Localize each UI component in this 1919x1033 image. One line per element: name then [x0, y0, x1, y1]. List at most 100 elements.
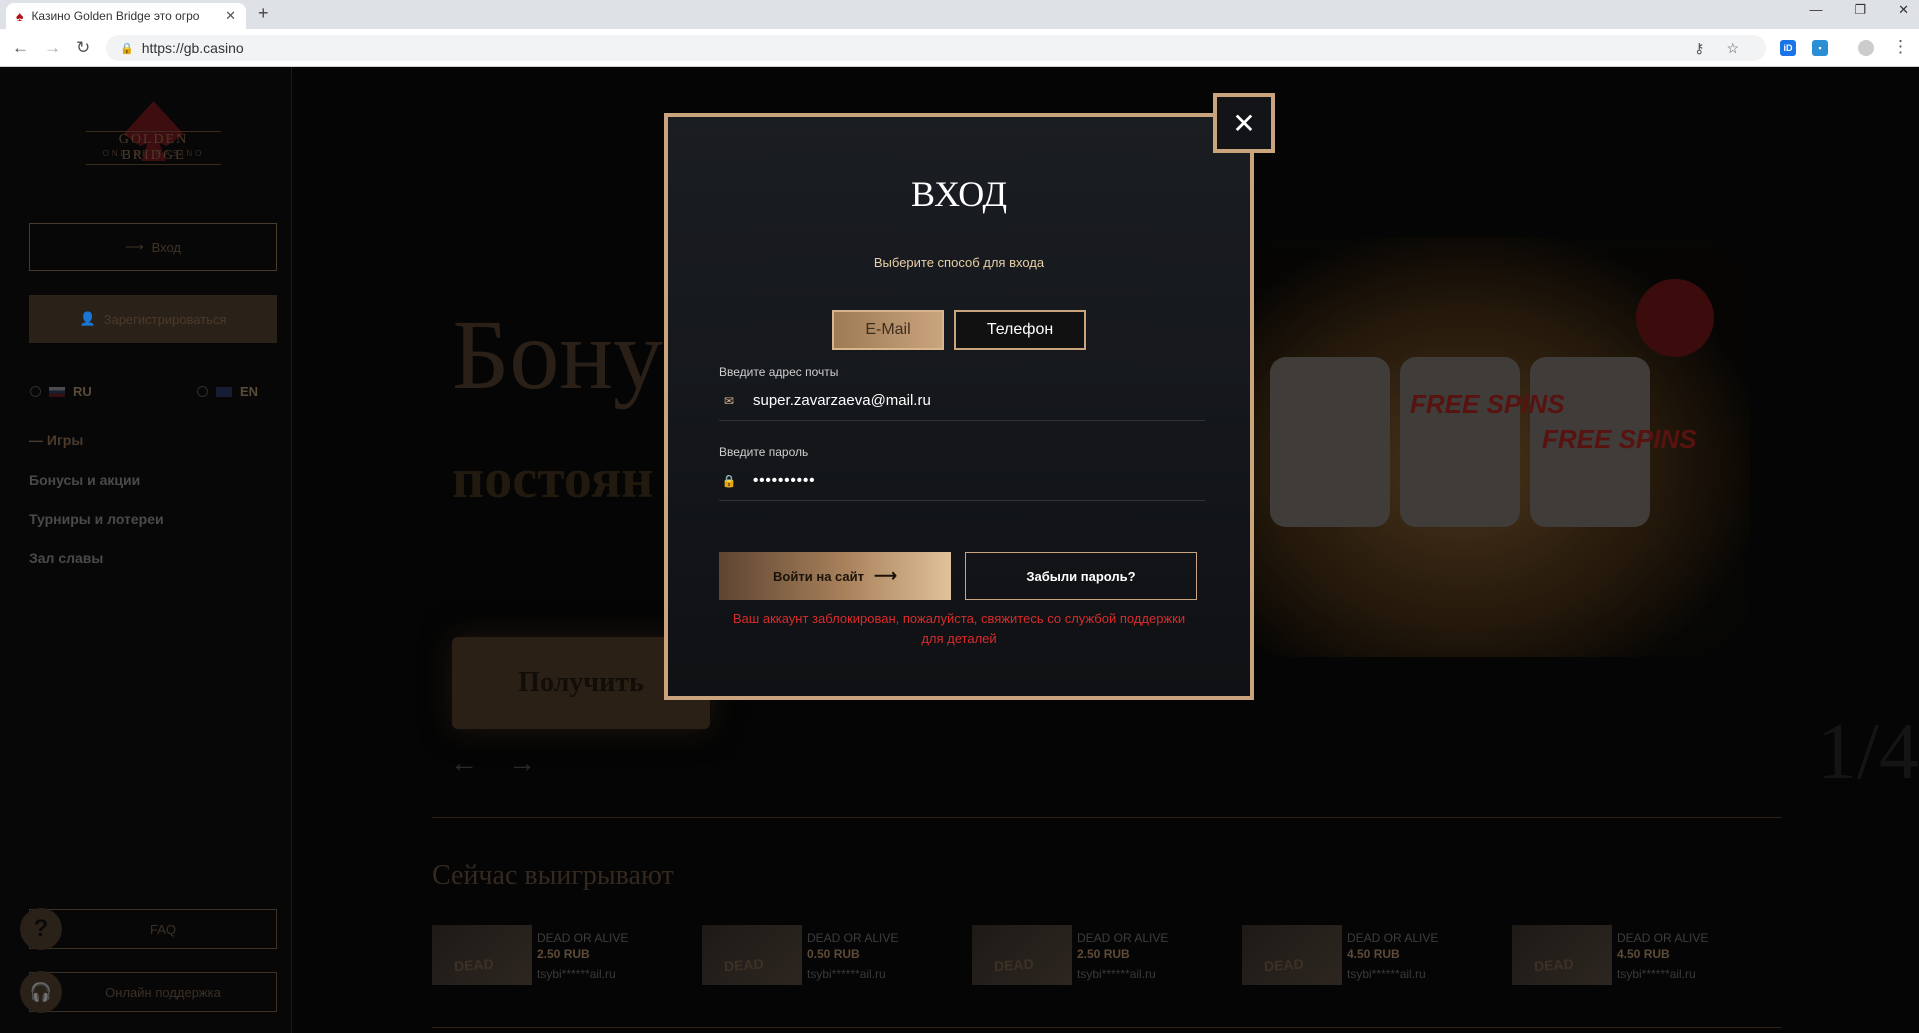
extension-id-icon[interactable]: iD — [1780, 40, 1796, 56]
password-value: •••••••••• — [753, 472, 816, 489]
faq-label: FAQ — [29, 909, 277, 949]
key-icon[interactable]: ⚷ — [1694, 40, 1704, 57]
winner-amount: 2.50 RUB — [537, 947, 590, 961]
winner-game: DEAD OR ALIVE — [1077, 931, 1169, 945]
password-field[interactable]: 🔒 •••••••••• — [719, 461, 1205, 501]
restore-icon[interactable]: ❐ — [1854, 2, 1866, 18]
winner-user: tsybi******ail.ru — [1077, 967, 1156, 981]
star-icon[interactable]: ☆ — [1726, 40, 1739, 57]
close-icon: ✕ — [1232, 107, 1256, 139]
question-icon: ? — [20, 908, 62, 950]
winner-card[interactable]: DEAD DEAD OR ALIVE 0.50 RUB tsybi******a… — [702, 925, 942, 987]
forgot-password-button[interactable]: Забыли пароль? — [965, 552, 1197, 600]
browser-tab[interactable]: ♠ Казино Golden Bridge это огро ✕ — [6, 3, 246, 29]
lang-en-label: EN — [240, 384, 259, 399]
headset-icon: 🎧 — [20, 971, 62, 1013]
sidebar-item-bonuses[interactable]: Бонусы и акции — [29, 472, 140, 488]
faq-button[interactable]: FAQ ? — [20, 908, 277, 950]
winner-user: tsybi******ail.ru — [1347, 967, 1426, 981]
new-tab-button[interactable]: + — [258, 3, 269, 24]
submit-login-button[interactable]: Войти на сайт ⟶ — [719, 552, 951, 600]
slider-prev-icon[interactable]: ← — [450, 747, 508, 778]
back-arrow-icon[interactable]: ← — [12, 38, 29, 58]
game-thumbnail: DEAD — [702, 925, 802, 985]
winner-card[interactable]: DEAD DEAD OR ALIVE 2.50 RUB tsybi******a… — [972, 925, 1212, 987]
winner-amount: 2.50 RUB — [1077, 947, 1130, 961]
logo-subtitle: ONLINE CASINO — [102, 149, 205, 158]
lang-ru-option[interactable]: RU — [30, 384, 92, 399]
forward-arrow-icon[interactable]: → — [44, 38, 61, 58]
winner-card[interactable]: DEAD DEAD OR ALIVE 2.50 RUB tsybi******a… — [432, 925, 672, 987]
slot-free-spins-text: FREE SPINS — [1542, 424, 1697, 454]
lock-icon: 🔒 — [721, 473, 737, 488]
casino-page: GOLDEN BRIDGE ONLINE CASINO ⟶ Вход 👤 Зар… — [0, 67, 1919, 1033]
lock-icon: 🔒 — [120, 42, 134, 55]
sidebar-login-label: Вход — [151, 239, 182, 255]
reload-icon[interactable]: ↻ — [76, 38, 90, 58]
window-close-icon[interactable]: ✕ — [1898, 2, 1909, 18]
lang-ru-radio[interactable] — [30, 386, 41, 397]
winner-user: tsybi******ail.ru — [1617, 967, 1696, 981]
omnibox-actions: ⚷ ☆ — [1694, 40, 1739, 57]
tab-close-icon[interactable]: ✕ — [225, 8, 236, 24]
slot-lever-ball — [1636, 279, 1714, 357]
sidebar-item-games[interactable]: — Игры — [29, 432, 83, 448]
sidebar-register-button[interactable]: 👤 Зарегистрироваться — [29, 295, 277, 343]
lang-en-option[interactable]: EN — [197, 384, 258, 399]
hero-title: Бону — [452, 299, 663, 410]
winner-amount: 4.50 RUB — [1617, 947, 1670, 961]
winner-game: DEAD OR ALIVE — [1617, 931, 1709, 945]
menu-dots-icon[interactable]: ⋮ — [1892, 37, 1909, 57]
lang-en-radio[interactable] — [197, 386, 208, 397]
browser-tab-bar: ♠ Казино Golden Bridge это огро ✕ + — ❐ … — [0, 0, 1919, 29]
modal-close-button[interactable]: ✕ — [1213, 93, 1275, 153]
slide-counter: 1/4 — [1816, 708, 1919, 796]
logo-name: GOLDEN BRIDGE — [86, 131, 221, 165]
casino-logo[interactable]: GOLDEN BRIDGE ONLINE CASINO — [86, 101, 221, 181]
sidebar-item-hall-of-fame[interactable]: Зал славы — [29, 550, 103, 566]
minimize-icon[interactable]: — — [1809, 2, 1822, 18]
game-thumbnail: DEAD — [432, 925, 532, 985]
url-field[interactable]: 🔒 https://gb.casino — [106, 35, 1766, 61]
divider — [432, 817, 1782, 818]
slot-reel — [1270, 357, 1390, 527]
email-field[interactable]: ✉ super.zavarzaeva@mail.ru — [719, 381, 1205, 421]
extension-icon[interactable]: ▪ — [1812, 40, 1828, 56]
login-modal: ВХОД Выберите способ для входа E-Mail Те… — [664, 113, 1254, 700]
sidebar-register-label: Зарегистрироваться — [103, 311, 227, 327]
slider-next-icon[interactable]: → — [508, 747, 566, 778]
winner-card[interactable]: DEAD DEAD OR ALIVE 4.50 RUB tsybi******a… — [1242, 925, 1482, 987]
game-thumbnail: DEAD — [1512, 925, 1612, 985]
error-message: Ваш аккаунт заблокирован, пожалуйста, св… — [732, 611, 1186, 646]
sidebar-login-button[interactable]: ⟶ Вход — [29, 223, 277, 271]
winner-game: DEAD OR ALIVE — [1347, 931, 1439, 945]
hero-subtitle: постоян — [452, 448, 654, 510]
modal-title: ВХОД — [910, 174, 1008, 214]
winner-card[interactable]: DEAD DEAD OR ALIVE 4.50 RUB tsybi******a… — [1512, 925, 1752, 987]
game-thumbnail: DEAD — [972, 925, 1072, 985]
russia-flag-icon — [49, 386, 65, 397]
winner-amount: 0.50 RUB — [807, 947, 860, 961]
support-label: Онлайн поддержка — [29, 972, 277, 1012]
tab-phone[interactable]: Телефон — [954, 310, 1086, 350]
winner-game: DEAD OR ALIVE — [807, 931, 899, 945]
slider-arrows: ←→ — [450, 747, 566, 779]
slot-free-spins-text: FREE SPINS — [1410, 389, 1565, 419]
tab-title: Казино Golden Bridge это огро — [31, 9, 200, 23]
sidebar: GOLDEN BRIDGE ONLINE CASINO ⟶ Вход 👤 Зар… — [0, 67, 292, 1033]
url-text: https://gb.casino — [141, 40, 244, 56]
email-value: super.zavarzaeva@mail.ru — [753, 392, 931, 409]
sidebar-item-tournaments[interactable]: Турниры и лотереи — [29, 511, 164, 527]
window-controls: — ❐ ✕ — [1809, 2, 1909, 18]
slot-machine-illustration: FREE SPINS FREE SPINS — [1230, 237, 1750, 657]
winner-user: tsybi******ail.ru — [807, 967, 886, 981]
winner-game: DEAD OR ALIVE — [537, 931, 629, 945]
winner-amount: 4.50 RUB — [1347, 947, 1400, 961]
modal-subtitle: Выберите способ для входа — [873, 255, 1045, 270]
user-icon: 👤 — [79, 311, 96, 326]
support-button[interactable]: Онлайн поддержка 🎧 — [20, 971, 277, 1013]
tab-email[interactable]: E-Mail — [832, 310, 944, 350]
lang-ru-label: RU — [73, 384, 92, 399]
profile-avatar-icon[interactable] — [1858, 40, 1874, 56]
winner-user: tsybi******ail.ru — [537, 967, 616, 981]
